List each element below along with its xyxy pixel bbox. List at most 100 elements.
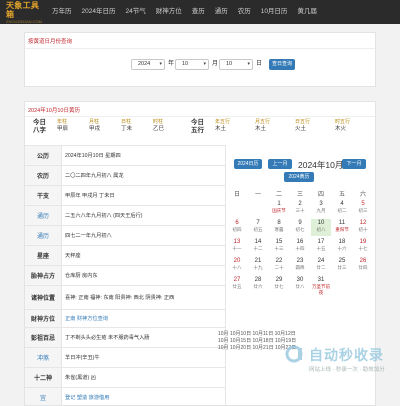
day-select[interactable]: 10 ▾ xyxy=(219,59,253,70)
next-month-button[interactable]: 下一月 xyxy=(342,159,366,169)
calendar-title: 2024年10月 xyxy=(298,160,344,170)
lunar-day: 初二 xyxy=(337,208,347,213)
day-number: 13 xyxy=(233,239,241,245)
day-number: 14 xyxy=(254,239,262,245)
lunar-day: 初四 xyxy=(232,227,242,232)
calendar-day[interactable]: 23 霜降 xyxy=(290,257,310,274)
calendar-day[interactable]: 15 十三 xyxy=(269,238,289,255)
calendar-day[interactable]: 20 十八 xyxy=(227,257,247,274)
day-number: 31 xyxy=(317,277,325,283)
calendar-day[interactable]: 22 二十 xyxy=(269,257,289,274)
calendar-day[interactable]: 8 寒露 xyxy=(269,219,289,236)
nav-item-october-calendar[interactable]: 10月日历 xyxy=(256,0,293,24)
lunar-day: 国庆节 xyxy=(272,208,286,213)
nav-item-wannianli[interactable]: 万年历 xyxy=(47,0,77,24)
row-value: 四七二一年九月初八 xyxy=(65,233,112,239)
calendar-empty-cell xyxy=(227,200,247,217)
nav-item-last[interactable]: 黄几届 xyxy=(292,0,322,24)
recent-days-line[interactable]: 10月 10月10日 10月11日 10月12日 xyxy=(218,330,328,337)
pillar-key: 日柱 xyxy=(121,119,132,125)
query-button[interactable]: 查日查询 xyxy=(269,59,295,70)
row-ganzhi: 干支 甲辰年 甲戌月 丁未日 xyxy=(25,185,225,205)
row-label-link[interactable]: 通历 xyxy=(25,226,62,245)
calendar-day[interactable]: 30 廿八 xyxy=(290,276,310,293)
lunar-day: 霜降 xyxy=(295,265,305,270)
row-label: 星座 xyxy=(25,246,62,265)
site-logo[interactable]: 天象工具箱 ZHOUJIEDAN.COM xyxy=(6,1,44,24)
lunar-day: 寒露 xyxy=(274,227,284,232)
calendar-day[interactable]: 31 万圣节前夜 xyxy=(311,276,331,295)
lunar-day: 十一 xyxy=(232,246,242,251)
calendar-day[interactable]: 26 廿四 xyxy=(353,257,373,274)
calendar-day[interactable]: 27 廿五 xyxy=(227,276,247,293)
day-number: 16 xyxy=(296,239,304,245)
row-fetal-god: 胎神占方 仓库厨 房内东 xyxy=(25,265,225,285)
year-calendar-button[interactable]: 2024日历 xyxy=(234,159,262,169)
nav-item-tongli[interactable]: 通历 xyxy=(210,0,233,24)
calendar-day[interactable]: 18 十六 xyxy=(332,238,352,255)
row-label-link[interactable]: 宜 xyxy=(25,388,62,405)
day-number: 4 xyxy=(340,201,344,207)
calendar-day[interactable]: 3 九月 xyxy=(311,200,331,217)
day-number: 23 xyxy=(296,258,304,264)
calendar-day[interactable]: 2 三十 xyxy=(290,200,310,217)
calendar-day[interactable]: 9 初七 xyxy=(290,219,310,236)
row-label: 冲煞 xyxy=(25,348,62,367)
nav-item-wealth-direction[interactable]: 财神方位 xyxy=(151,0,187,24)
row-label: 诸神位置 xyxy=(25,286,62,309)
month-select[interactable]: 10 ▾ xyxy=(175,59,209,70)
weekday-sat: 六 xyxy=(359,192,366,198)
month-select-value: 10 xyxy=(182,61,189,67)
calendar-day[interactable]: 28 廿六 xyxy=(248,276,268,293)
watermark-subtitle: 网站上线 · 秒录一次 · 助效加分 xyxy=(309,367,385,373)
calendar-day[interactable]: 7 初五 xyxy=(248,219,268,236)
nav-item-lunar[interactable]: 农历 xyxy=(233,0,256,24)
year-select[interactable]: 2024 ▾ xyxy=(131,59,165,70)
chevron-down-icon: ▾ xyxy=(247,61,250,67)
calendar-day[interactable]: 1 国庆节 xyxy=(269,200,289,217)
nav-item-2024-calendar[interactable]: 2024年日历 xyxy=(77,0,121,24)
lunar-day: 十八 xyxy=(232,265,242,270)
weekday-sun: 日 xyxy=(233,192,240,198)
calendar-day[interactable]: 29 廿七 xyxy=(269,276,289,293)
day-number: 26 xyxy=(359,258,367,264)
calendar-day[interactable]: 17 十五 xyxy=(311,238,331,255)
calendar-day[interactable]: 25 廿三 xyxy=(332,257,352,274)
logo-subtitle: ZHOUJIEDAN.COM xyxy=(6,18,42,24)
calendar-day[interactable]: 16 十四 xyxy=(290,238,310,255)
nav-item-chali[interactable]: 查历 xyxy=(187,0,210,24)
row-label: 财神方位 xyxy=(25,310,62,327)
calendar-day[interactable]: 21 十九 xyxy=(248,257,268,274)
wealth-direction-link[interactable]: 正南 财神方位查询 xyxy=(65,310,108,327)
watermark-title: 自动秒收录 xyxy=(309,347,384,363)
nav-item-24-solar-terms[interactable]: 24节气 xyxy=(120,0,150,24)
row-label-link[interactable]: 通历 xyxy=(25,206,62,225)
row-value: 仓库厨 房内东 xyxy=(65,273,98,279)
calendar-day[interactable]: 6 初四 xyxy=(227,219,247,236)
calendar-day[interactable]: 12 初十 xyxy=(353,219,373,236)
prev-month-button[interactable]: 上一月 xyxy=(268,159,292,169)
row-label: 十二神 xyxy=(25,368,62,387)
chevron-down-icon: ▾ xyxy=(159,61,162,67)
weekday-wed: 三 xyxy=(296,192,303,198)
row-tongli-1: 通历 二五六八年九月初八 (四天王后行) xyxy=(25,205,225,225)
calendar-day[interactable]: 13 十一 xyxy=(227,238,247,255)
calendar-day[interactable]: 24 廿二 xyxy=(311,257,331,274)
calendar-day[interactable]: 11 重阳节 xyxy=(332,219,352,236)
almanac-year-button[interactable]: 2024黄历 xyxy=(284,172,314,182)
lunar-day: 十五 xyxy=(316,246,326,251)
calendar-day[interactable]: 14 十二 xyxy=(248,238,268,255)
calendar-day[interactable]: 4 初二 xyxy=(332,200,352,217)
day-number: 2 xyxy=(298,201,302,207)
watermark-logo-icon xyxy=(285,345,303,363)
row-value-link[interactable]: 登记 塑造 旅游借用 xyxy=(65,388,109,405)
calendar-day[interactable]: 19 十七 xyxy=(353,238,373,255)
top-nav: 天象工具箱 ZHOUJIEDAN.COM 万年历 2024年日历 24节气 财神… xyxy=(0,0,400,24)
calendar-day[interactable]: 5 初三 xyxy=(353,200,373,217)
day-number: 19 xyxy=(359,239,367,245)
calendar-day[interactable]: 10 初八 xyxy=(311,219,331,236)
row-wealth-god: 财神方位 正南 财神方位查询 xyxy=(25,309,225,327)
wuxing-key: 日五行 xyxy=(295,119,311,125)
weekday-thu: 四 xyxy=(317,192,324,198)
row-chongsha: 冲煞 羊日冲(辛丑)牛 xyxy=(25,347,225,367)
